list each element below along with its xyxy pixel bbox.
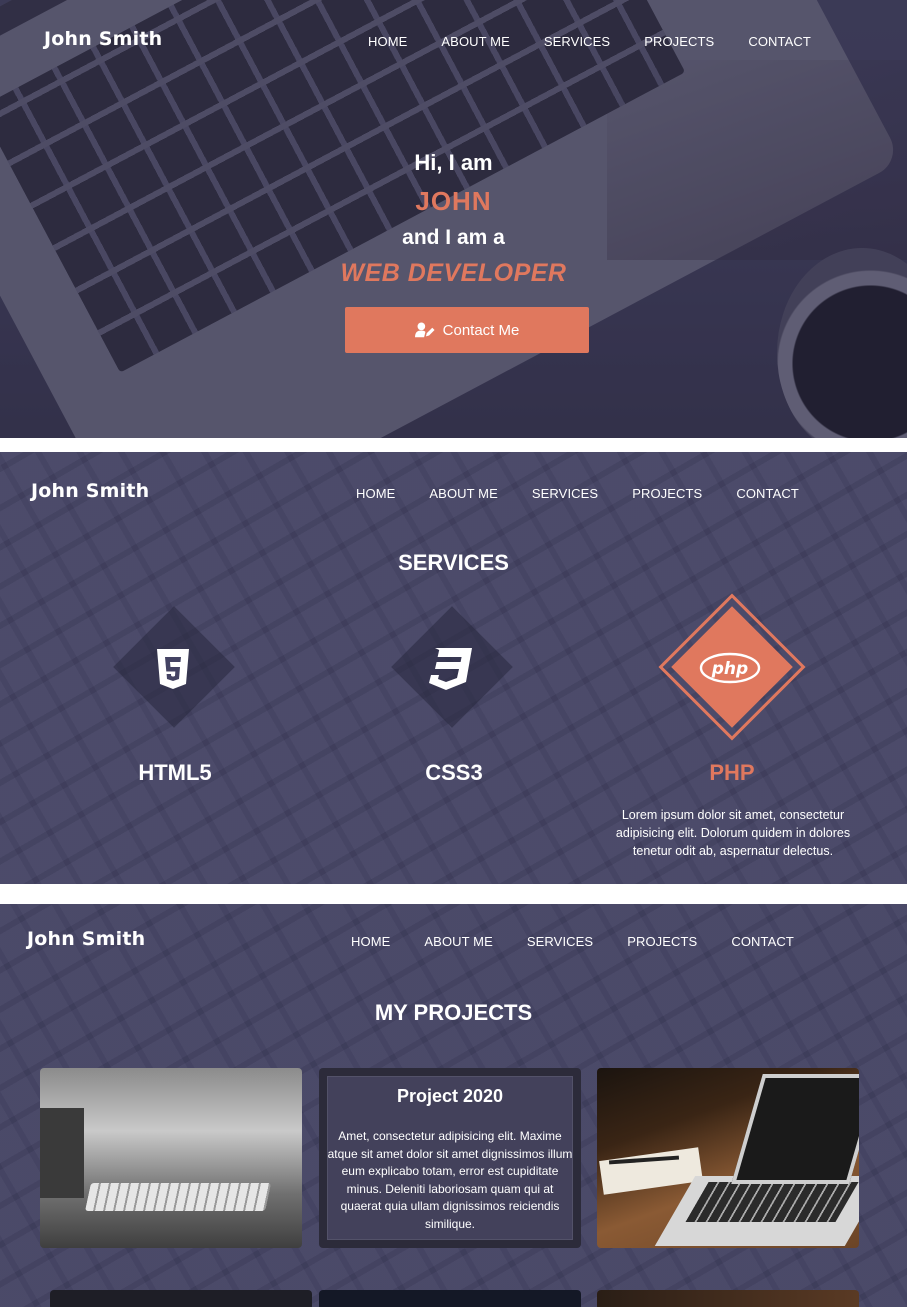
hero-role: WEB DEVELOPER (340, 259, 567, 287)
nav-home[interactable]: HOME (351, 934, 390, 949)
css3-icon (429, 648, 472, 690)
nav-contact[interactable]: CONTACT (731, 934, 794, 949)
html5-label: HTML5 (138, 760, 212, 785)
hero-subline: and I am a (402, 226, 505, 249)
php-label: PHP (709, 760, 755, 785)
nav-projects[interactable]: PROJECTS (644, 34, 714, 49)
php-icon: php (699, 652, 761, 684)
project-card-desk[interactable] (597, 1290, 859, 1307)
project-description: Amet, consectetur adipisicing elit. Maxi… (327, 1129, 573, 1231)
nav-about[interactable]: ABOUT ME (429, 486, 497, 501)
contact-me-label: Contact Me (442, 321, 520, 339)
nav-home[interactable]: HOME (368, 34, 407, 49)
project-card-code[interactable] (50, 1290, 312, 1307)
brand-logo[interactable]: John Smith (44, 28, 162, 50)
contact-me-button[interactable]: Contact Me (345, 307, 589, 353)
nav-contact[interactable]: CONTACT (748, 34, 811, 49)
nav-menu: HOME ABOUT ME SERVICES PROJECTS CONTACT (356, 486, 833, 501)
navbar: John Smith HOME ABOUT ME SERVICES PROJEC… (0, 2, 907, 74)
hero-section: John Smith HOME ABOUT ME SERVICES PROJEC… (0, 0, 907, 438)
services-title: SERVICES (398, 550, 509, 575)
projects-title: MY PROJECTS (374, 1000, 533, 1025)
hero-name: JOHN (415, 186, 492, 216)
project-card-circuit[interactable] (319, 1290, 581, 1307)
nav-menu: HOME ABOUT ME SERVICES PROJECTS CONTACT (351, 934, 828, 949)
nav-contact[interactable]: CONTACT (736, 486, 799, 501)
services-section: John Smith HOME ABOUT ME SERVICES PROJEC… (0, 452, 907, 884)
project-card-featured[interactable]: Project 2020 Amet, consectetur adipisici… (319, 1068, 581, 1248)
navbar: John Smith HOME ABOUT ME SERVICES PROJEC… (0, 904, 907, 976)
nav-services[interactable]: SERVICES (527, 934, 593, 949)
html5-icon (157, 649, 189, 689)
project-card-keyboard[interactable] (40, 1068, 302, 1248)
brand-logo[interactable]: John Smith (31, 480, 149, 502)
project-card-laptop[interactable] (597, 1068, 859, 1248)
nav-menu: HOME ABOUT ME SERVICES PROJECTS CONTACT (368, 34, 845, 49)
nav-services[interactable]: SERVICES (532, 486, 598, 501)
css3-label: CSS3 (425, 760, 483, 785)
projects-section: John Smith HOME ABOUT ME SERVICES PROJEC… (0, 904, 907, 1307)
svg-text:php: php (711, 659, 748, 679)
project-title: Project 2020 (396, 1086, 504, 1106)
nav-about[interactable]: ABOUT ME (424, 934, 492, 949)
nav-projects[interactable]: PROJECTS (627, 934, 697, 949)
php-description: Lorem ipsum dolor sit amet, consectetur … (615, 808, 851, 858)
nav-home[interactable]: HOME (356, 486, 395, 501)
user-edit-icon (414, 322, 435, 338)
navbar: John Smith HOME ABOUT ME SERVICES PROJEC… (0, 454, 907, 526)
nav-projects[interactable]: PROJECTS (632, 486, 702, 501)
brand-logo[interactable]: John Smith (27, 928, 145, 950)
nav-about[interactable]: ABOUT ME (441, 34, 509, 49)
hero-greeting: Hi, I am (414, 150, 493, 175)
nav-services[interactable]: SERVICES (544, 34, 610, 49)
